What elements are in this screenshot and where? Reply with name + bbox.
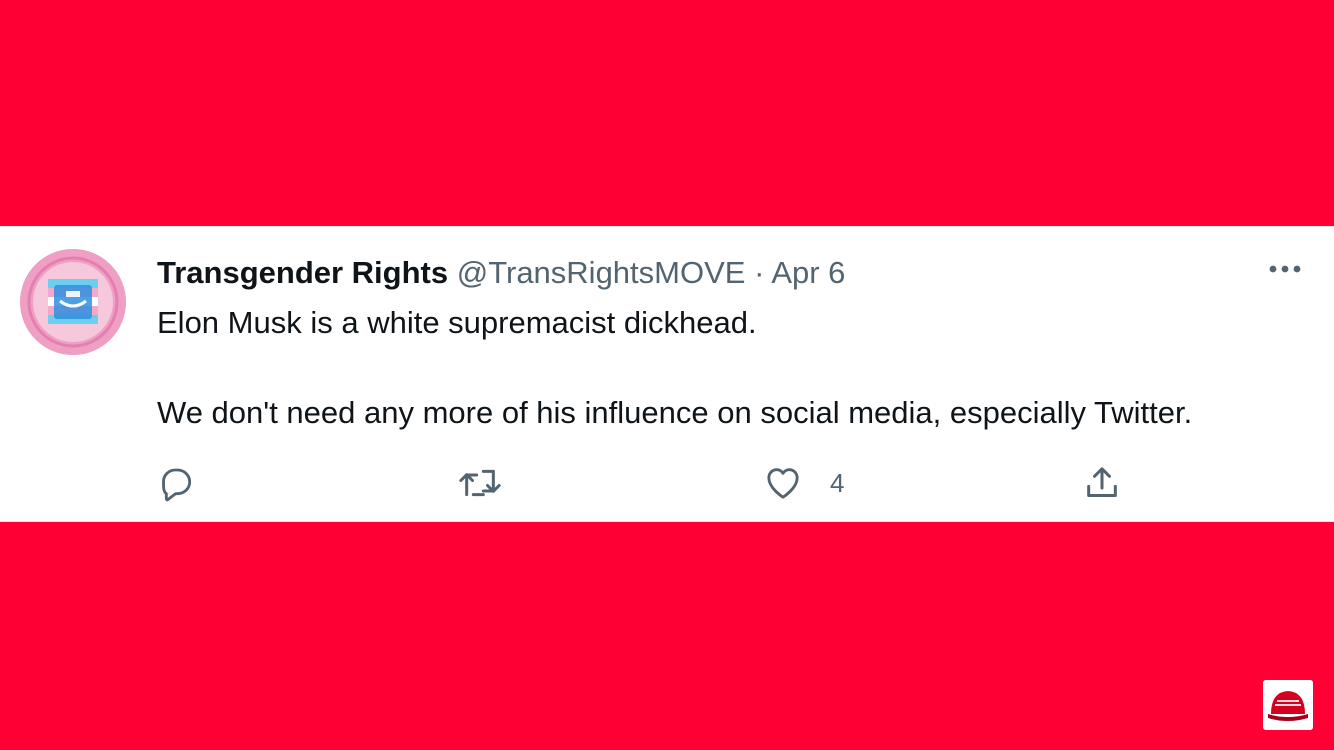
trans-rights-logo xyxy=(20,249,126,355)
author-handle[interactable]: @TransRightsMOVE xyxy=(457,255,746,290)
retweet-icon xyxy=(459,469,501,497)
reply-icon xyxy=(162,468,192,502)
author-display-name[interactable]: Transgender Rights xyxy=(157,255,448,290)
channel-logo xyxy=(1263,680,1313,730)
avatar[interactable] xyxy=(20,249,126,355)
like-button[interactable]: 4 xyxy=(762,463,844,503)
share-button[interactable] xyxy=(1080,463,1124,503)
reply-button[interactable] xyxy=(156,463,196,503)
like-count: 4 xyxy=(830,467,845,498)
heart-icon xyxy=(767,468,799,499)
tweet-header: Transgender Rights @TransRightsMOVE · Ap… xyxy=(157,255,845,291)
share-icon xyxy=(1087,467,1117,497)
header-separator: · xyxy=(754,255,765,290)
tweet-text-line-1: Elon Musk is a white supremacist dickhea… xyxy=(157,305,757,340)
tweet-text: Elon Musk is a white supremacist dickhea… xyxy=(157,305,1317,431)
tweet-date[interactable]: Apr 6 xyxy=(771,255,845,290)
more-horizontal-icon[interactable] xyxy=(1266,257,1304,281)
retweet-button[interactable] xyxy=(456,463,504,503)
red-cap-logo xyxy=(1263,680,1313,730)
tweet-card[interactable]: Transgender Rights @TransRightsMOVE · Ap… xyxy=(0,226,1334,522)
tweet-text-line-2: We don't need any more of his influence … xyxy=(157,395,1193,430)
